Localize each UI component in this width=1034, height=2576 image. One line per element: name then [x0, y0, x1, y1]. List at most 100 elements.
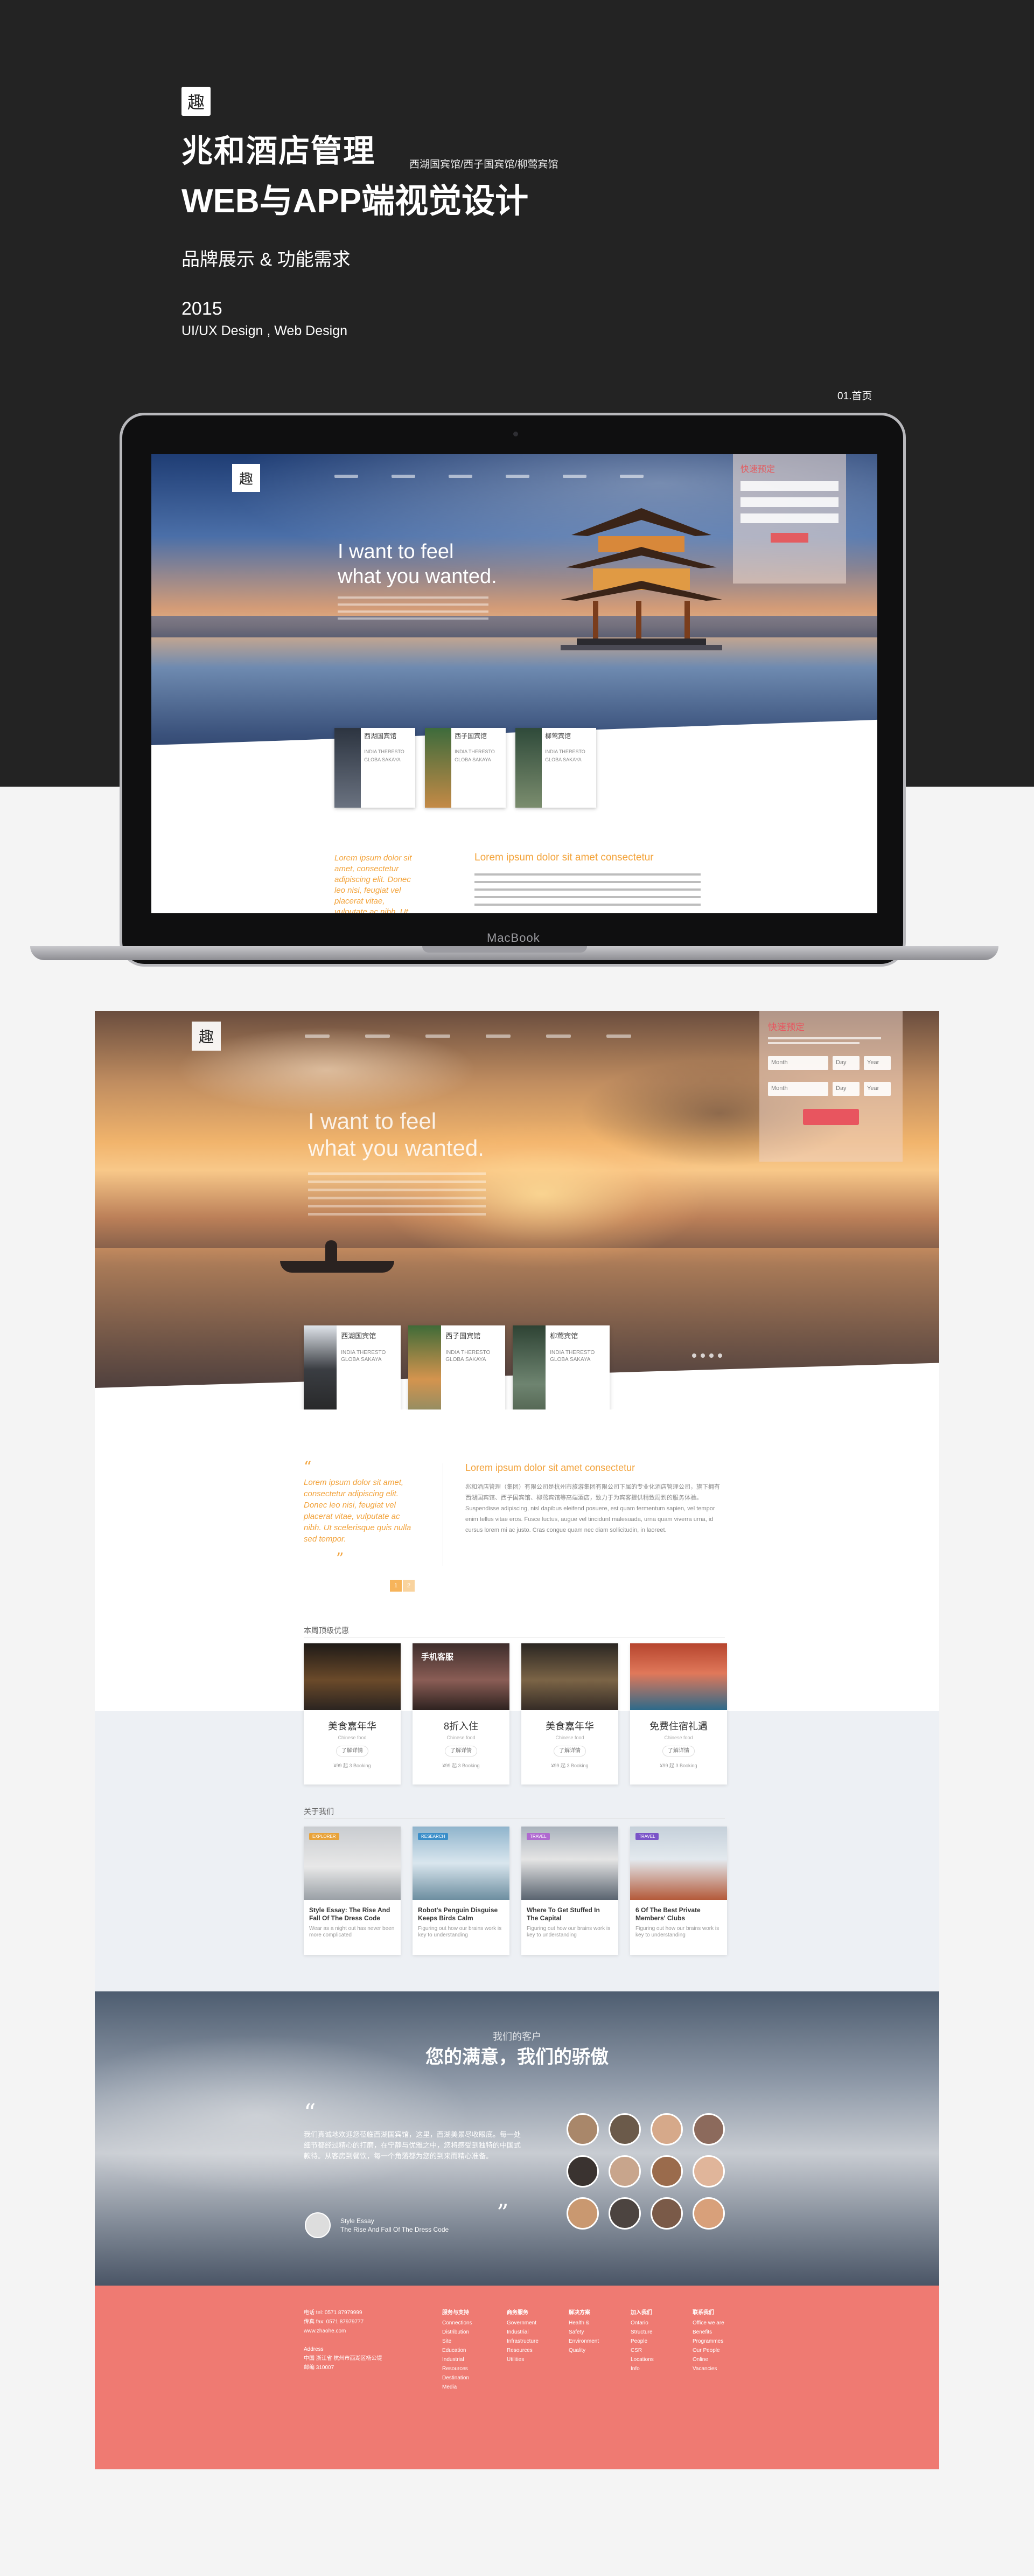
hotel-card[interactable]: 西湖国宾馆 INDIA THERESTO GLOBA SAKAYA — [334, 728, 415, 808]
footer-col-services: 服务与支持 Connections Distribution Site Educ… — [442, 2310, 472, 2390]
checkin-day-select[interactable]: Day — [833, 1056, 860, 1070]
post-card[interactable]: EXPLORER Style Essay: The Rise And Fall … — [304, 1827, 401, 1955]
laptop-screen: 趣 I want to feel what you wanted. 快速预定 西… — [151, 454, 877, 913]
laptop-logo[interactable]: 趣 — [232, 464, 260, 492]
avatar[interactable] — [651, 2155, 683, 2188]
quick-booking-panel: 快速预定 Month Day Year Month Day Year — [759, 1011, 903, 1162]
avatar[interactable] — [609, 2197, 641, 2230]
quote-close-icon: ” — [497, 2199, 509, 2227]
booking-submit-button[interactable] — [771, 533, 808, 543]
post-card[interactable]: TRAVEL 6 Of The Best Private Members' Cl… — [630, 1827, 727, 1955]
footer-col-business: 商务服务 Government Industrial Infrastructur… — [507, 2310, 539, 2363]
nav-item[interactable] — [449, 475, 472, 478]
avatar[interactable] — [567, 2113, 599, 2145]
intro-text: 兆和酒店管理（集团）有限公司是杭州市旅游集团有限公司下属的专业化酒店管理公司，旗… — [465, 1484, 720, 1533]
deal-details-button[interactable]: 了解详情 — [662, 1746, 695, 1756]
hotel-photo — [304, 1325, 337, 1409]
quote-close-icon: ” — [336, 1550, 344, 1567]
post-image: RESEARCH — [413, 1827, 509, 1900]
nav-item[interactable] — [305, 1034, 330, 1038]
intro-tagline: 品牌展示 & 功能需求 — [181, 249, 351, 270]
laptop-hero-text — [338, 596, 488, 624]
avatar[interactable] — [693, 2113, 725, 2145]
avatar[interactable] — [693, 2197, 725, 2230]
customer-avatars — [567, 2113, 725, 2230]
intro-hotel-list: 西湖国宾馆/西子国宾馆/柳莺宾馆 — [409, 159, 558, 170]
deal-details-button[interactable]: 了解详情 — [336, 1746, 368, 1756]
avatar[interactable] — [609, 2155, 641, 2188]
intro-subtitle: WEB与APP端视觉设计 — [181, 183, 529, 220]
booking-submit-button[interactable] — [803, 1109, 859, 1125]
nav-item[interactable] — [365, 1034, 390, 1038]
quote-open-icon: “ — [304, 2099, 316, 2127]
boat-silhouette — [280, 1261, 394, 1273]
testimonial-caption: 我们的客户 — [493, 2031, 541, 2042]
website-link[interactable]: www.zhaohe.com — [304, 2327, 382, 2336]
hotel-card[interactable]: 柳莺宾馆 INDIA THERESTO GLOBA SAKAYA — [515, 728, 596, 808]
nav-item[interactable] — [486, 1034, 511, 1038]
post-image: EXPLORER — [304, 1827, 401, 1900]
nav-item[interactable] — [334, 475, 358, 478]
post-card[interactable]: TRAVEL Where To Get Stuffed In The Capit… — [521, 1827, 618, 1955]
carousel-dots[interactable] — [692, 1353, 722, 1358]
nav-item[interactable] — [392, 475, 415, 478]
testimonial-title: 您的满意，我们的骄傲 — [425, 2047, 609, 2067]
hotel-card[interactable]: 西子国宾馆 INDIA THERESTO GLOBA SAKAYA — [408, 1325, 505, 1409]
page-1-button[interactable]: 1 — [390, 1580, 402, 1592]
checkin-month-select[interactable]: Month — [768, 1056, 828, 1070]
deal-card[interactable]: 美食嘉年华 Chinese food 了解详情 ¥99 起 3 Booking — [304, 1643, 401, 1785]
page-2-button[interactable]: 2 — [403, 1580, 415, 1592]
deal-image — [630, 1643, 727, 1710]
hotel-card[interactable]: 西湖国宾馆 INDIA THERESTO GLOBA SAKAYA — [304, 1325, 401, 1409]
laptop-hero: 趣 I want to feel what you wanted. 快速预定 西… — [151, 454, 877, 810]
hotel-card[interactable]: 西子国宾馆 INDIA THERESTO GLOBA SAKAYA — [425, 728, 506, 808]
nav-item[interactable] — [506, 475, 529, 478]
post-image: TRAVEL — [521, 1827, 618, 1900]
nav-item[interactable] — [620, 475, 644, 478]
avatar[interactable] — [651, 2197, 683, 2230]
deal-details-button[interactable]: 了解详情 — [554, 1746, 586, 1756]
deals-section-title: 本周顶级优惠 — [304, 1626, 349, 1635]
booking-field[interactable] — [740, 513, 839, 523]
nav-item[interactable] — [606, 1034, 631, 1038]
deal-details-button[interactable]: 了解详情 — [445, 1746, 477, 1756]
author-avatar — [305, 2212, 331, 2238]
laptop-booking-panel: 快速预定 — [733, 454, 846, 584]
checkout-year-select[interactable]: Year — [864, 1082, 891, 1096]
nav-item[interactable] — [546, 1034, 571, 1038]
pagoda-illustration — [561, 508, 722, 650]
post-card[interactable]: RESEARCH Robot's Penguin Disguise Keeps … — [413, 1827, 509, 1955]
intro-role: UI/UX Design , Web Design — [181, 323, 347, 338]
avatar[interactable] — [567, 2197, 599, 2230]
intro-title: 兆和酒店管理 — [181, 134, 376, 169]
testimonial-text: 我们真诚地欢迎您莅临西湖国宾馆，这里，西湖美景尽收眼底。每一处细节都经过精心的打… — [304, 2130, 521, 2160]
booking-field[interactable] — [740, 481, 839, 491]
deal-card[interactable]: 手机客服 8折入住 Chinese food 了解详情 ¥99 起 3 Book… — [413, 1643, 509, 1785]
footer-col-careers: 加入我们 Ontario Structure People CSR Locati… — [631, 2310, 654, 2372]
deal-card[interactable]: 美食嘉年华 Chinese food 了解详情 ¥99 起 3 Booking — [521, 1643, 618, 1785]
hotel-card[interactable]: 柳莺宾馆 INDIA THERESTO GLOBA SAKAYA — [513, 1325, 610, 1409]
deal-image: 手机客服 — [413, 1643, 509, 1710]
deal-image — [521, 1643, 618, 1710]
deal-image — [304, 1643, 401, 1710]
avatar[interactable] — [651, 2113, 683, 2145]
checkout-day-select[interactable]: Day — [833, 1082, 860, 1096]
post-image: TRAVEL — [630, 1827, 727, 1900]
laptop-hotel-cards: 西湖国宾馆 INDIA THERESTO GLOBA SAKAYA 西子国宾馆 IN… — [334, 728, 596, 808]
avatar[interactable] — [567, 2155, 599, 2188]
site-footer: 电话 tel: 0571 87979999 传真 fax: 0571 87979… — [95, 2286, 939, 2469]
footer-col-solutions: 解决方案 Health & Safety Environment Quality — [569, 2310, 599, 2353]
avatar[interactable] — [693, 2155, 725, 2188]
site-logo[interactable]: 趣 — [192, 1022, 221, 1051]
checkin-year-select[interactable]: Year — [864, 1056, 891, 1070]
nav-item[interactable] — [563, 475, 586, 478]
main-nav — [305, 1034, 631, 1038]
website-preview: 趣 I want to feel what you wanted. 快速预定 M… — [95, 1011, 939, 2469]
booking-field[interactable] — [740, 497, 839, 507]
nav-item[interactable] — [425, 1034, 450, 1038]
checkout-month-select[interactable]: Month — [768, 1082, 828, 1096]
avatar[interactable] — [609, 2113, 641, 2145]
deal-card[interactable]: 免费住宿礼遇 Chinese food 了解详情 ¥99 起 3 Booking — [630, 1643, 727, 1785]
laptop-headline: I want to feel what you wanted. — [338, 540, 497, 588]
about-section-title: 关于我们 — [304, 1807, 334, 1816]
